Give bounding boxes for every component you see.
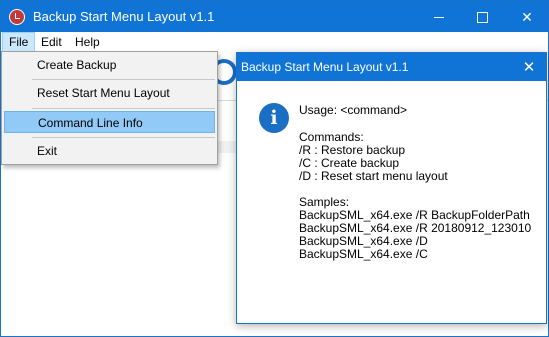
menu-item-reset-layout[interactable]: Reset Start Menu Layout (4, 82, 215, 104)
dialog-title: Backup Start Menu Layout v1.1 (241, 60, 409, 74)
sample-line: BackupSML_x64.exe /C (299, 247, 428, 261)
menu-item-command-line-info[interactable]: Command Line Info (4, 111, 215, 133)
usage-text: Usage: <command> (299, 103, 408, 117)
menu-edit[interactable]: Edit (35, 32, 68, 52)
sample-line: BackupSML_x64.exe /D (299, 234, 428, 248)
close-button[interactable]: ✕ (504, 1, 549, 33)
sample-line: BackupSML_x64.exe /R 20180912_123010 (299, 221, 532, 235)
minimize-button[interactable] (416, 1, 462, 33)
dialog-close-button[interactable]: ✕ (512, 53, 546, 81)
menu-separator (32, 79, 215, 80)
menu-separator (32, 137, 215, 138)
menu-separator (32, 108, 215, 109)
command-restore: /R : Restore backup (299, 143, 406, 157)
maximize-button[interactable] (459, 1, 505, 33)
close-icon: ✕ (522, 59, 536, 76)
menu-help[interactable]: Help (69, 32, 106, 52)
sample-line: BackupSML_x64.exe /R BackupFolderPath (299, 208, 530, 222)
command-create: /C : Create backup (299, 156, 400, 170)
app-icon[interactable] (9, 9, 25, 25)
menu-item-exit[interactable]: Exit (4, 140, 215, 162)
commands-heading: Commands: (299, 130, 364, 144)
menu-bar: File Edit Help (1, 32, 548, 52)
dialog-title-bar[interactable]: Backup Start Menu Layout v1.1 ✕ (237, 53, 546, 81)
menu-item-create-backup[interactable]: Create Backup (4, 54, 215, 76)
maximize-icon (476, 11, 488, 23)
title-bar[interactable]: Backup Start Menu Layout v1.1 ✕ (1, 1, 548, 33)
info-dialog: Backup Start Menu Layout v1.1 ✕ i Usage:… (236, 52, 547, 324)
window-title: Backup Start Menu Layout v1.1 (33, 9, 215, 24)
menu-file[interactable]: File (2, 32, 36, 52)
info-icon: i (259, 103, 289, 133)
minimize-icon (434, 16, 444, 18)
command-reset: /D : Reset start menu layout (299, 169, 448, 183)
samples-heading: Samples: (299, 195, 350, 209)
close-icon: ✕ (521, 8, 533, 25)
file-menu-dropdown: Create Backup Reset Start Menu Layout Co… (1, 51, 218, 165)
